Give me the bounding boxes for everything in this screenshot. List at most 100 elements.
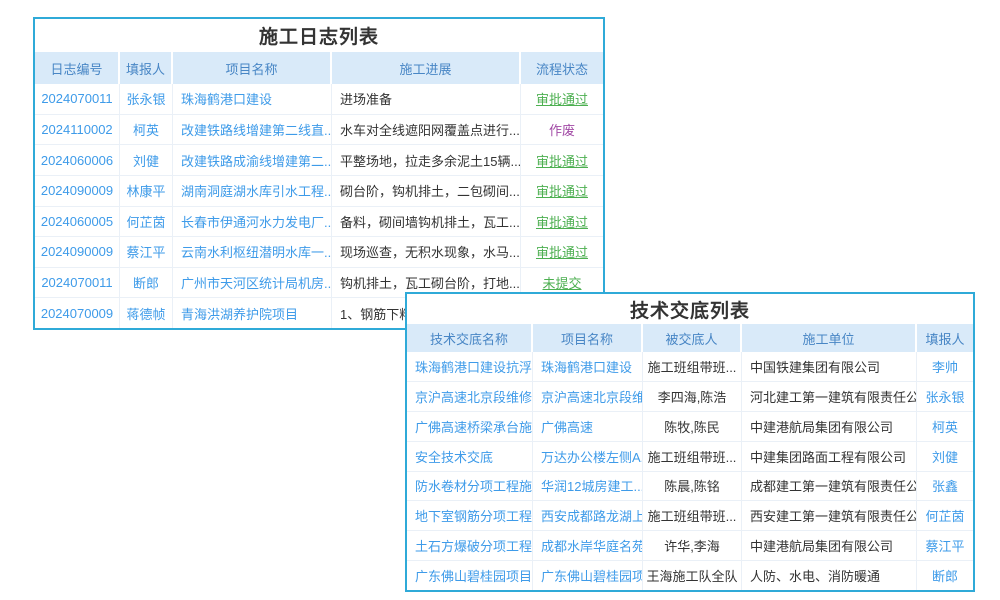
reporter-name-link[interactable]: 蒋德帧 (120, 298, 173, 328)
receiver-text: 施工班组带班... (643, 352, 742, 381)
progress-text: 进场准备 (332, 84, 521, 114)
table-row: 广佛高速桥梁承台施...广佛高速陈牧,陈民中建港航局集团有限公司柯英 (407, 412, 973, 442)
reporter-name-link[interactable]: 断郎 (120, 268, 173, 298)
receiver-text: 陈牧,陈民 (643, 412, 742, 441)
column-header: 项目名称 (173, 52, 332, 84)
project-name-link[interactable]: 珠海鹤港口建设 (173, 84, 332, 114)
tech-disclosure-panel: 技术交底列表 技术交底名称项目名称被交底人施工单位填报人 珠海鹤港口建设抗浮..… (405, 292, 975, 592)
reporter-name-link[interactable]: 蔡江平 (917, 531, 973, 560)
project-name-link[interactable]: 青海洪湖养护院项目 (173, 298, 332, 328)
status-link[interactable]: 作废 (521, 115, 603, 145)
reporter-name-link[interactable]: 断郎 (917, 561, 973, 590)
column-header: 填报人 (917, 324, 973, 352)
reporter-name-link[interactable]: 柯英 (120, 115, 173, 145)
unit-text: 河北建工第一建筑有限责任公司 (742, 382, 917, 411)
table-row: 2024060005何芷茵长春市伊通河水力发电厂...备料，砌间墙钩机排土，瓦工… (35, 207, 603, 238)
disclosure-name-link[interactable]: 广佛高速桥梁承台施... (407, 412, 533, 441)
table-row: 安全技术交底万达办公楼左侧A...施工班组带班...中建集团路面工程有限公司刘健 (407, 442, 973, 472)
table-row: 珠海鹤港口建设抗浮...珠海鹤港口建设施工班组带班...中国铁建集团有限公司李帅 (407, 352, 973, 382)
reporter-name-link[interactable]: 蔡江平 (120, 237, 173, 267)
disclosure-name-link[interactable]: 珠海鹤港口建设抗浮... (407, 352, 533, 381)
project-name-link[interactable]: 西安成都路龙湖上... (533, 501, 643, 530)
project-name-link[interactable]: 广东佛山碧桂园项目 (533, 561, 643, 590)
receiver-text: 许华,李海 (643, 531, 742, 560)
table-row: 2024090009蔡江平云南水利枢纽潜明水库一...现场巡查，无积水现象，水马… (35, 237, 603, 268)
project-name-link[interactable]: 京沪高速北京段维修 (533, 382, 643, 411)
construction-log-title: 施工日志列表 (35, 19, 603, 52)
disclosure-name-link[interactable]: 广东佛山碧桂园项目... (407, 561, 533, 590)
unit-text: 中建港航局集团有限公司 (742, 531, 917, 560)
log-id-link[interactable]: 2024060005 (35, 207, 120, 237)
column-header: 项目名称 (533, 324, 643, 352)
project-name-link[interactable]: 成都水岸华庭名苑... (533, 531, 643, 560)
status-link[interactable]: 审批通过 (521, 145, 603, 175)
log-id-link[interactable]: 2024070011 (35, 84, 120, 114)
progress-text: 平整场地，拉走多余泥土15辆... (332, 145, 521, 175)
column-header: 日志编号 (35, 52, 120, 84)
progress-text: 现场巡查，无积水现象，水马... (332, 237, 521, 267)
reporter-name-link[interactable]: 张鑫 (917, 472, 973, 501)
table-row: 2024060006刘健改建铁路成渝线增建第二...平整场地，拉走多余泥土15辆… (35, 145, 603, 176)
column-header: 填报人 (120, 52, 173, 84)
reporter-name-link[interactable]: 刘健 (120, 145, 173, 175)
project-name-link[interactable]: 万达办公楼左侧A... (533, 442, 643, 471)
receiver-text: 陈晨,陈铭 (643, 472, 742, 501)
status-link[interactable]: 审批通过 (521, 176, 603, 206)
column-header: 施工进展 (332, 52, 521, 84)
log-id-link[interactable]: 2024070009 (35, 298, 120, 328)
disclosure-name-link[interactable]: 京沪高速北京段维修... (407, 382, 533, 411)
tech-disclosure-title: 技术交底列表 (407, 294, 973, 324)
receiver-text: 王海施工队全队 (643, 561, 742, 590)
receiver-text: 施工班组带班... (643, 501, 742, 530)
log-id-link[interactable]: 2024090009 (35, 176, 120, 206)
project-name-link[interactable]: 改建铁路成渝线增建第二... (173, 145, 332, 175)
status-link[interactable]: 审批通过 (521, 237, 603, 267)
project-name-link[interactable]: 湖南洞庭湖水库引水工程... (173, 176, 332, 206)
table-row: 2024090009林康平湖南洞庭湖水库引水工程...砌台阶，钩机排土，二包砌间… (35, 176, 603, 207)
reporter-name-link[interactable]: 李帅 (917, 352, 973, 381)
log-id-link[interactable]: 2024110002 (35, 115, 120, 145)
receiver-text: 施工班组带班... (643, 442, 742, 471)
construction-log-panel: 施工日志列表 日志编号填报人项目名称施工进展流程状态 2024070011张永银… (33, 17, 605, 330)
project-name-link[interactable]: 云南水利枢纽潜明水库一... (173, 237, 332, 267)
page-canvas: 施工日志列表 日志编号填报人项目名称施工进展流程状态 2024070011张永银… (0, 0, 1000, 600)
disclosure-name-link[interactable]: 防水卷材分项工程施... (407, 472, 533, 501)
table-row: 2024110002柯英改建铁路线增建第二线直...水车对全线遮阳网覆盖点进行.… (35, 115, 603, 146)
tech-disclosure-header: 技术交底名称项目名称被交底人施工单位填报人 (407, 324, 973, 352)
table-row: 京沪高速北京段维修...京沪高速北京段维修李四海,陈浩河北建工第一建筑有限责任公… (407, 382, 973, 412)
table-row: 防水卷材分项工程施...华润12城房建工...陈晨,陈铭成都建工第一建筑有限责任… (407, 472, 973, 502)
column-header: 技术交底名称 (407, 324, 533, 352)
reporter-name-link[interactable]: 何芷茵 (120, 207, 173, 237)
unit-text: 成都建工第一建筑有限责任公司 (742, 472, 917, 501)
reporter-name-link[interactable]: 张永银 (120, 84, 173, 114)
table-row: 土石方爆破分项工程...成都水岸华庭名苑...许华,李海中建港航局集团有限公司蔡… (407, 531, 973, 561)
disclosure-name-link[interactable]: 安全技术交底 (407, 442, 533, 471)
receiver-text: 李四海,陈浩 (643, 382, 742, 411)
reporter-name-link[interactable]: 刘健 (917, 442, 973, 471)
column-header: 施工单位 (742, 324, 917, 352)
reporter-name-link[interactable]: 张永银 (917, 382, 973, 411)
disclosure-name-link[interactable]: 土石方爆破分项工程... (407, 531, 533, 560)
progress-text: 水车对全线遮阳网覆盖点进行... (332, 115, 521, 145)
status-link[interactable]: 审批通过 (521, 84, 603, 114)
reporter-name-link[interactable]: 林康平 (120, 176, 173, 206)
project-name-link[interactable]: 华润12城房建工... (533, 472, 643, 501)
reporter-name-link[interactable]: 何芷茵 (917, 501, 973, 530)
reporter-name-link[interactable]: 柯英 (917, 412, 973, 441)
unit-text: 中国铁建集团有限公司 (742, 352, 917, 381)
column-header: 被交底人 (643, 324, 742, 352)
disclosure-name-link[interactable]: 地下室钢筋分项工程... (407, 501, 533, 530)
table-row: 2024070011张永银珠海鹤港口建设进场准备审批通过 (35, 84, 603, 115)
status-link[interactable]: 审批通过 (521, 207, 603, 237)
log-id-link[interactable]: 2024060006 (35, 145, 120, 175)
project-name-link[interactable]: 广州市天河区统计局机房... (173, 268, 332, 298)
project-name-link[interactable]: 广佛高速 (533, 412, 643, 441)
unit-text: 人防、水电、消防暖通 (742, 561, 917, 590)
table-row: 广东佛山碧桂园项目...广东佛山碧桂园项目王海施工队全队人防、水电、消防暖通断郎 (407, 561, 973, 590)
project-name-link[interactable]: 改建铁路线增建第二线直... (173, 115, 332, 145)
project-name-link[interactable]: 珠海鹤港口建设 (533, 352, 643, 381)
column-header: 流程状态 (521, 52, 603, 84)
log-id-link[interactable]: 2024070011 (35, 268, 120, 298)
project-name-link[interactable]: 长春市伊通河水力发电厂... (173, 207, 332, 237)
log-id-link[interactable]: 2024090009 (35, 237, 120, 267)
